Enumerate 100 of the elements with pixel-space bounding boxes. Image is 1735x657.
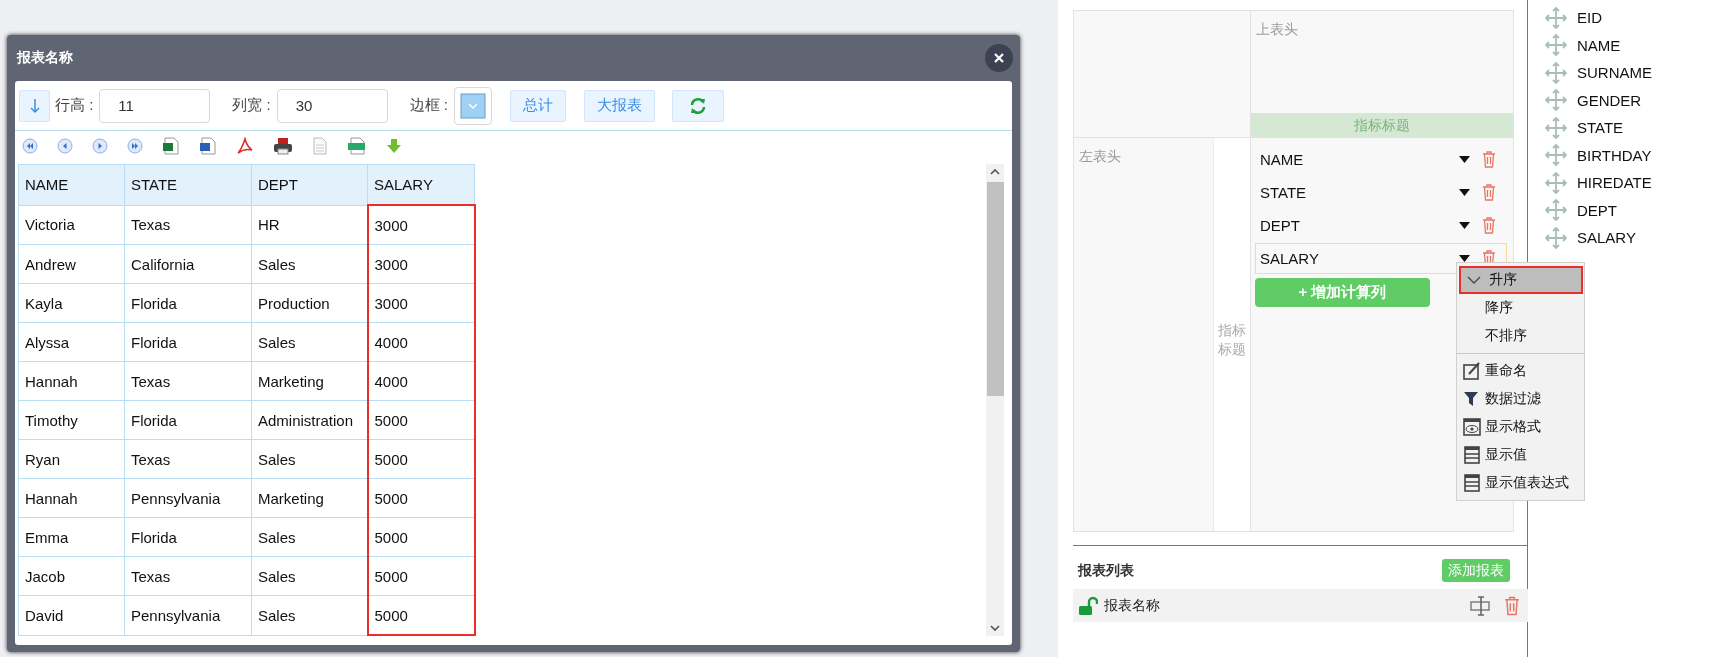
table-cell: Florida [124, 322, 252, 362]
field-item[interactable]: EID [1545, 4, 1735, 32]
table-cell: Kayla [18, 283, 125, 323]
field-name: NAME [1260, 151, 1305, 168]
color-swatch-icon [460, 92, 487, 119]
previous-page-icon[interactable] [57, 138, 73, 154]
metric-field[interactable]: DEPT [1255, 210, 1507, 241]
move-icon [1545, 144, 1567, 167]
field-item[interactable]: NAME [1545, 31, 1735, 59]
metric-field[interactable]: STATE [1255, 177, 1507, 208]
menu-item[interactable]: 显示格式 [1457, 413, 1584, 441]
column-width-label: 列宽 : [232, 96, 271, 115]
field-item[interactable]: GENDER [1545, 86, 1735, 114]
table-cell: David [18, 595, 125, 635]
rename-icon[interactable] [1470, 595, 1490, 616]
dropdown-caret-icon[interactable] [1459, 156, 1470, 163]
table-cell: Andrew [18, 244, 125, 284]
first-page-icon[interactable] [22, 138, 38, 154]
report-list-item[interactable]: 报表名称 [1073, 589, 1528, 622]
delete-icon[interactable] [1482, 151, 1496, 168]
print-icon[interactable] [273, 137, 293, 155]
table-cell: Texas [124, 556, 252, 596]
report-name: 报表名称 [1104, 596, 1160, 615]
column-header: DEPT [251, 164, 368, 205]
table-cell: 3000 [367, 205, 475, 245]
dialog-title: 报表名称 [17, 49, 73, 67]
table-cell: Texas [124, 439, 252, 479]
move-icon [1545, 89, 1567, 112]
filter-icon [1463, 391, 1479, 407]
table-cell: California [124, 244, 252, 284]
delete-icon[interactable] [1504, 595, 1520, 616]
unlock-icon[interactable] [1078, 595, 1098, 616]
refresh-icon [689, 96, 708, 115]
table-cell: Florida [124, 517, 252, 557]
table-cell: 5000 [367, 517, 475, 557]
close-button[interactable] [985, 44, 1013, 72]
column-header: STATE [124, 164, 252, 205]
table-cell: Hannah [18, 361, 125, 401]
refresh-button[interactable] [672, 89, 725, 122]
table-cell: 5000 [367, 400, 475, 440]
list-icon [1463, 474, 1481, 492]
row-height-label: 行高 : [55, 96, 94, 115]
dropdown-caret-icon[interactable] [1459, 189, 1470, 196]
delete-icon[interactable] [1482, 217, 1496, 234]
sort-down-button[interactable] [19, 89, 50, 122]
table-cell: 5000 [367, 478, 475, 518]
csv-icon[interactable] [347, 137, 367, 155]
dropdown-caret-icon[interactable] [1459, 222, 1470, 229]
table-cell: Florida [124, 283, 252, 323]
eye-icon [1463, 418, 1481, 436]
delete-icon[interactable] [1482, 184, 1496, 201]
excel-icon[interactable] [162, 137, 180, 155]
field-name: STATE [1260, 184, 1308, 201]
close-icon [994, 53, 1004, 63]
next-page-icon[interactable] [92, 138, 108, 154]
pdf-icon[interactable] [236, 137, 254, 155]
table-cell: 4000 [367, 361, 475, 401]
move-icon [1545, 171, 1567, 194]
move-icon [1545, 61, 1567, 84]
metric-field[interactable]: NAME [1255, 144, 1507, 175]
table-cell: Emma [18, 517, 125, 557]
move-icon [1545, 34, 1567, 57]
sort-option[interactable]: 升序 [1459, 266, 1583, 294]
check-chevron-icon [1467, 275, 1481, 285]
sort-option[interactable]: 降序 [1457, 294, 1584, 322]
scrollbar-thumb[interactable] [986, 182, 1004, 396]
sort-option[interactable]: 不排序 [1457, 322, 1584, 350]
field-item[interactable]: SURNAME [1545, 59, 1735, 87]
scrollbar[interactable] [986, 164, 1004, 636]
field-item[interactable]: BIRTHDAY [1545, 141, 1735, 169]
table-cell: Jacob [18, 556, 125, 596]
border-label: 边框 : [409, 96, 449, 115]
menu-item[interactable]: 重命名 [1457, 357, 1584, 385]
column-width-field[interactable]: 30 [276, 88, 388, 123]
scroll-down-icon[interactable] [990, 624, 1000, 632]
arrow-down-icon [29, 97, 40, 114]
field-name: SALARY [1260, 250, 1320, 267]
list-icon [1463, 446, 1481, 464]
move-icon [1545, 6, 1567, 29]
field-item[interactable]: DEPT [1545, 196, 1735, 224]
last-page-icon[interactable] [127, 138, 143, 154]
field-item[interactable]: SALARY [1545, 224, 1735, 252]
field-item[interactable]: STATE [1545, 114, 1735, 142]
column-header: SALARY [367, 164, 475, 205]
download-icon[interactable] [386, 138, 402, 154]
scroll-up-icon[interactable] [990, 168, 1000, 176]
word-icon[interactable] [199, 137, 217, 155]
move-icon [1545, 199, 1567, 222]
move-icon [1545, 116, 1567, 139]
table-cell: Alyssa [18, 322, 125, 362]
menu-item[interactable]: 显示值 [1457, 441, 1584, 469]
border-color-picker[interactable] [454, 86, 493, 125]
move-icon [1545, 226, 1567, 249]
table-cell: Texas [124, 361, 252, 401]
table-cell: Pennsylvania [124, 478, 252, 518]
report-list-title: 报表列表 [1078, 561, 1134, 580]
menu-item[interactable]: 显示值表达式 [1457, 469, 1584, 497]
row-height-field[interactable]: 11 [99, 88, 211, 123]
field-item[interactable]: HIREDATE [1545, 169, 1735, 197]
menu-item[interactable]: 数据过滤 [1457, 385, 1584, 413]
